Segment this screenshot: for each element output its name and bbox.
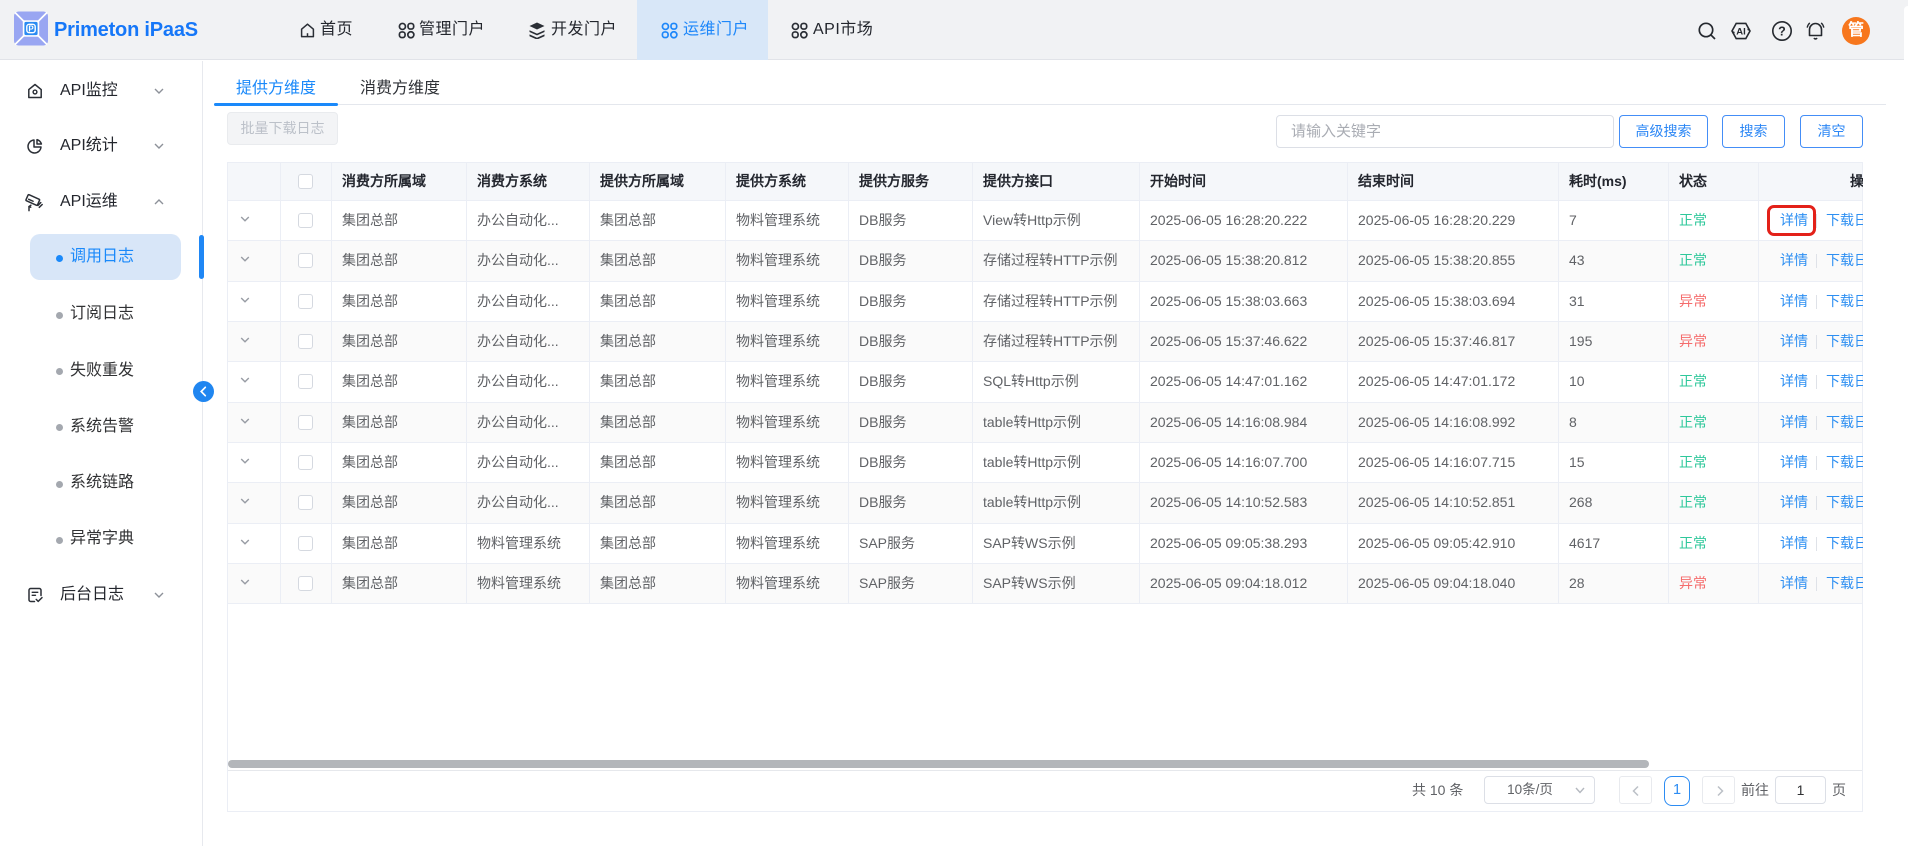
svg-text:?: ? [1778,24,1786,38]
svg-text:P: P [28,24,34,33]
svg-text:AI: AI [1736,27,1746,38]
